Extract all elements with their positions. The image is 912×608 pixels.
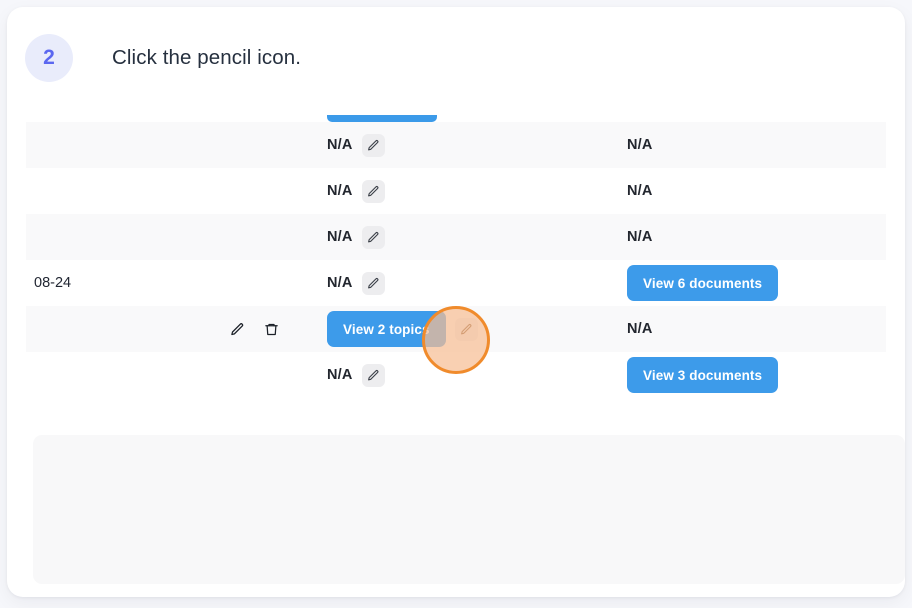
- row-documents-cell: N/A: [627, 229, 886, 245]
- row-topics-cell: N/A: [327, 225, 627, 249]
- na-value: N/A: [627, 229, 653, 245]
- row-documents-cell: N/A: [627, 321, 886, 337]
- row-date-cell: 08-24: [34, 275, 72, 291]
- na-value: N/A: [627, 137, 653, 153]
- table-row: N/A N/A: [26, 214, 886, 260]
- na-value: N/A: [327, 367, 353, 383]
- table-row: N/A N/A: [26, 168, 886, 214]
- row-topics-cell: View 2 topics: [327, 311, 627, 347]
- na-value: N/A: [627, 321, 653, 337]
- row-topics-cell: N/A: [327, 133, 627, 157]
- row-documents-cell: View 3 documents: [627, 357, 886, 393]
- na-value: N/A: [327, 229, 353, 245]
- na-value: N/A: [627, 183, 653, 199]
- pencil-icon[interactable]: [454, 317, 478, 341]
- view-documents-button[interactable]: View 6 documents: [627, 265, 779, 301]
- na-value: N/A: [327, 275, 353, 291]
- data-table: N/A N/A N/A N/A N/A N/A 08-24 N/A View 6 documen…: [26, 99, 886, 398]
- pencil-icon[interactable]: [361, 271, 385, 295]
- table-row: 08-24 N/A View 6 documents: [26, 260, 886, 306]
- pencil-icon[interactable]: [361, 133, 385, 157]
- row-topics-cell: N/A: [327, 271, 627, 295]
- screenshot-root: 2 Click the pencil icon. N/A N/A N/A N/A N/A…: [0, 0, 912, 608]
- pencil-icon[interactable]: [361, 363, 385, 387]
- step-number-badge: 2: [25, 33, 73, 82]
- step-instruction-text: Click the pencil icon.: [112, 45, 302, 69]
- view-topics-button[interactable]: View 2 topics: [327, 311, 446, 347]
- edit-pencil-icon[interactable]: [228, 320, 246, 338]
- empty-content-panel: [33, 435, 905, 584]
- row-documents-cell: View 6 documents: [627, 265, 886, 301]
- table-row: N/A N/A: [26, 122, 886, 168]
- view-documents-button[interactable]: View 3 documents: [627, 357, 779, 393]
- main-card: 2 Click the pencil icon. N/A N/A N/A N/A N/A…: [7, 7, 905, 597]
- row-actions-cell: [222, 320, 327, 338]
- row-documents-cell: N/A: [627, 183, 886, 199]
- step-header: 2 Click the pencil icon.: [7, 7, 905, 108]
- row-topics-cell: N/A: [327, 179, 627, 203]
- table-body: N/A N/A N/A N/A N/A N/A 08-24 N/A View 6 documen…: [26, 122, 886, 398]
- delete-trash-icon[interactable]: [262, 320, 280, 338]
- table-row: View 2 topics N/A: [26, 306, 886, 352]
- row-topics-cell: N/A: [327, 363, 627, 387]
- table-row: N/A View 3 documents: [26, 352, 886, 398]
- pencil-icon[interactable]: [361, 179, 385, 203]
- na-value: N/A: [327, 137, 353, 153]
- row-documents-cell: N/A: [627, 137, 886, 153]
- na-value: N/A: [327, 183, 353, 199]
- clipped-blue-button[interactable]: [327, 115, 437, 122]
- clipped-row-above: [26, 99, 886, 122]
- pencil-icon[interactable]: [361, 225, 385, 249]
